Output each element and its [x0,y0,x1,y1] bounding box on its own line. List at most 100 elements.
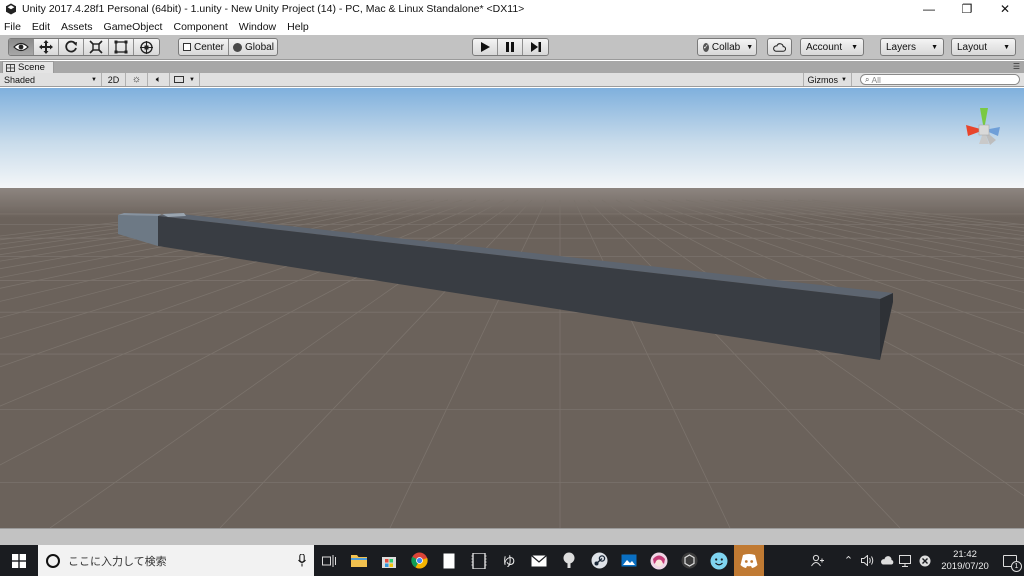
speaker-icon: 🔈︎ [155,74,162,84]
image-icon [174,76,184,83]
account-dropdown[interactable]: Account ▼ [800,38,864,56]
ime-icon[interactable]: ゆ [494,545,524,576]
sky [0,88,1024,188]
tray-expand-icon[interactable]: ⌃ [839,545,858,576]
steam-icon[interactable] [584,545,614,576]
step-button[interactable] [523,39,548,55]
menu-gameobject[interactable]: GameObject [104,21,163,33]
video-icon[interactable] [464,545,494,576]
window-controls: — ❐ ✕ [910,0,1024,18]
pause-button[interactable] [498,39,523,55]
audio-toggle[interactable]: 🔈︎ [148,73,170,86]
pivot-toggle[interactable]: Center Global [178,38,278,56]
chevron-down-icon: ▼ [931,43,938,51]
layers-dropdown[interactable]: Layers ▼ [880,38,944,56]
action-center-button[interactable]: 1 [996,545,1024,576]
chrome-icon[interactable] [404,545,434,576]
volume-icon[interactable] [858,545,877,576]
windows-logo-icon [12,553,26,568]
move-tool-button[interactable] [34,39,59,55]
cloud-icon [773,42,786,52]
notification-count: 1 [1011,560,1022,572]
collab-dropdown[interactable]: ✓ Collab ▼ [697,38,757,56]
chevron-down-icon: ▼ [841,76,847,83]
tab-scene[interactable]: Scene [2,61,54,73]
menu-help[interactable]: Help [287,21,309,33]
taskbar-search-placeholder: ここに入力して検索 [68,555,167,568]
menu-file[interactable]: File [4,21,21,33]
play-button[interactable] [473,39,498,55]
collab-check-icon: ✓ [703,42,709,52]
menu-window[interactable]: Window [239,21,276,33]
network-icon[interactable] [896,545,915,576]
rect-transform-icon [114,40,128,54]
account-label: Account [806,41,843,53]
chevron-down-icon: ▼ [91,76,97,83]
ground-horizon [0,188,1024,218]
menu-edit[interactable]: Edit [32,21,50,33]
globe-icon [233,42,243,52]
people-icon[interactable] [808,545,827,576]
gizmos-dropdown[interactable]: Gizmos ▼ [802,73,852,86]
pivot-label: Center [194,41,225,53]
start-button[interactable] [0,545,38,576]
windows-taskbar: ここに入力して検索 ゆ ⌃ 21:42 2019/07/20 1 [0,545,1024,576]
draw-mode-dropdown[interactable]: Shaded ▼ [0,73,102,86]
close-button[interactable]: ✕ [986,0,1024,18]
maximize-button[interactable]: ❐ [948,0,986,18]
collab-label: Collab [711,41,741,53]
menu-component[interactable]: Component [173,21,227,33]
file-explorer-icon[interactable] [344,545,374,576]
error-badge-icon[interactable] [915,545,934,576]
character-app-icon[interactable] [644,545,674,576]
rect-tool-button[interactable] [109,39,134,55]
space-label: Global [245,41,274,53]
mode-2d-label: 2D [107,74,120,85]
task-view-icon[interactable] [314,545,344,576]
system-clock[interactable]: 21:42 2019/07/20 [934,545,996,576]
play-controls [472,38,549,56]
transform-combo-icon [140,40,153,54]
panel-menu-icon[interactable]: ☰ [1013,62,1020,71]
notification-icon: 1 [1003,554,1022,572]
rotate-tool-button[interactable] [59,39,84,55]
notepad-icon[interactable] [434,545,464,576]
scene-search-input[interactable]: ⌕ All [860,74,1020,85]
onedrive-icon[interactable] [877,545,896,576]
microphone-icon[interactable] [298,554,306,567]
gizmos-label: Gizmos [807,74,839,85]
clock-time: 21:42 [953,548,977,560]
layout-label: Layout [957,41,988,53]
podcast-icon[interactable] [554,545,584,576]
mode-2d-toggle[interactable]: 2D [102,73,126,86]
chevron-down-icon: ▼ [746,43,754,51]
menu-assets[interactable]: Assets [61,21,93,33]
unity-icon[interactable] [674,545,704,576]
scene-canvas[interactable] [0,88,1024,528]
move-arrows-icon [39,40,53,54]
chevron-down-icon: ▼ [1003,43,1010,51]
mail-icon[interactable] [524,545,554,576]
photos-icon[interactable] [614,545,644,576]
system-tray: ⌃ 21:42 2019/07/20 1 [808,545,1024,576]
store-icon[interactable] [374,545,404,576]
lighting-toggle[interactable]: ☼ [126,73,148,86]
smiley-app-icon[interactable] [704,545,734,576]
pause-icon [506,42,514,52]
minimize-button[interactable]: — [910,0,948,18]
play-icon [481,42,490,52]
search-icon: ⌕ [865,74,870,84]
effects-dropdown[interactable]: ▼ [170,73,200,86]
eye-icon [13,42,29,52]
discord-icon[interactable] [734,545,764,576]
main-toolbar: Center Global ✓ Collab ▼ Account ▼ Layer… [0,35,1024,60]
scene-toolbar: Shaded ▼ 2D ☼ 🔈︎ ▼ Gizmos ▼ ⌕ All [0,73,1024,87]
hand-tool-button[interactable] [9,39,34,55]
cloud-button[interactable] [767,38,792,56]
layout-dropdown[interactable]: Layout ▼ [951,38,1016,56]
scale-icon [89,40,103,54]
scene-viewport[interactable] [0,88,1024,528]
transform-tool-button[interactable] [134,39,159,55]
taskbar-search-input[interactable]: ここに入力して検索 [38,545,314,576]
scale-tool-button[interactable] [84,39,109,55]
